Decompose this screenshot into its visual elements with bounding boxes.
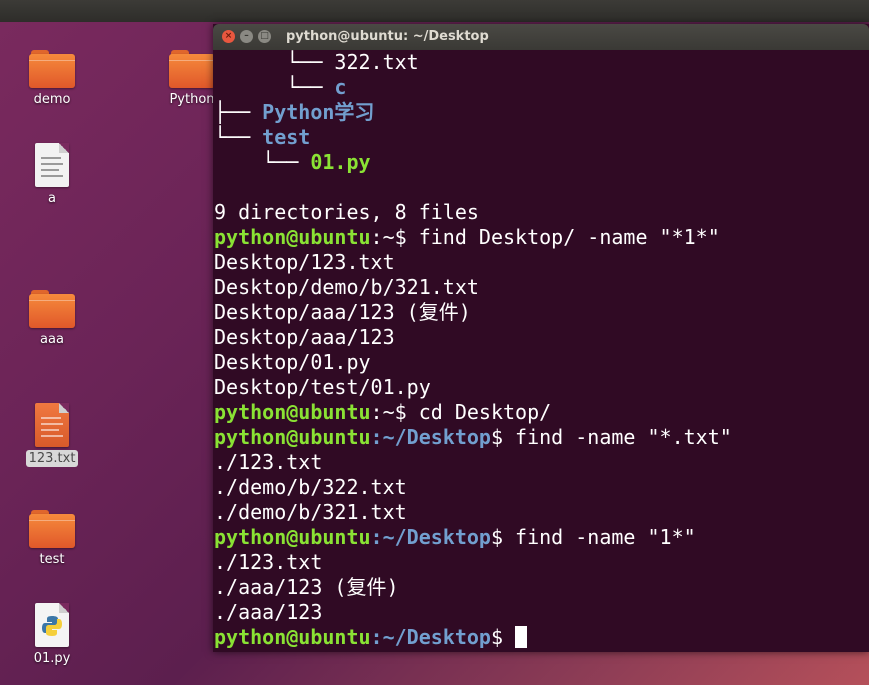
- close-icon[interactable]: ×: [222, 30, 235, 43]
- output-line: ./aaa/123: [214, 600, 323, 624]
- tree-line: └── test: [214, 125, 311, 149]
- terminal-output[interactable]: └── 322.txt └── c ├── Python学习 └── test …: [213, 50, 869, 652]
- tree-line: └── c: [214, 75, 347, 99]
- terminal-window[interactable]: × – □ python@ubuntu: ~/Desktop └── 322.t…: [213, 24, 869, 652]
- output-line: Desktop/demo/b/321.txt: [214, 275, 479, 299]
- desktop-icon-label: 01.py: [33, 651, 71, 666]
- python-file-icon: [35, 603, 69, 647]
- active-prompt[interactable]: python@ubuntu:~/Desktop$: [214, 625, 869, 650]
- output-line: ./aaa/123 (复件): [214, 575, 399, 599]
- maximize-icon[interactable]: □: [258, 30, 271, 43]
- folder-icon: [169, 48, 215, 88]
- command-line: python@ubuntu:~/Desktop$ find -name "*.t…: [214, 425, 732, 449]
- text-cursor: [515, 626, 528, 648]
- output-line: ./demo/b/321.txt: [214, 500, 407, 524]
- desktop-icon-01-py[interactable]: 01.py: [17, 603, 87, 667]
- desktop-icon-demo[interactable]: demo: [17, 48, 87, 108]
- output-line: ./123.txt: [214, 450, 323, 474]
- desktop-icon-a[interactable]: a: [17, 143, 87, 207]
- output-line: Desktop/aaa/123 (复件): [214, 300, 471, 324]
- output-line: Desktop/aaa/123: [214, 325, 395, 349]
- output-line: Desktop/test/01.py: [214, 375, 431, 399]
- command-line: python@ubuntu:~$ cd Desktop/: [214, 400, 552, 424]
- window-title: python@ubuntu: ~/Desktop: [286, 29, 489, 44]
- desktop-icon-aaa[interactable]: aaa: [17, 288, 87, 348]
- desktop-icon-label: Python: [169, 92, 215, 107]
- command-line: python@ubuntu:~/Desktop$ find -name "1*": [214, 525, 696, 549]
- desktop-icon-test[interactable]: test: [17, 508, 87, 568]
- folder-icon: [29, 508, 75, 548]
- tree-line: └── 322.txt: [214, 50, 419, 74]
- output-line: Desktop/01.py: [214, 350, 371, 374]
- desktop-icon-label: demo: [33, 92, 71, 107]
- output-line: Desktop/123.txt: [214, 250, 395, 274]
- desktop-icon-label: aaa: [40, 332, 64, 347]
- tree-line: └── 01.py: [214, 150, 371, 174]
- output-line: ./demo/b/322.txt: [214, 475, 407, 499]
- text-file-icon: [35, 143, 69, 187]
- desktop-icon-label: a: [48, 191, 56, 206]
- tree-summary: 9 directories, 8 files: [214, 200, 479, 224]
- top-panel: [0, 0, 869, 22]
- desktop-icon-123-txt[interactable]: 123.txt: [17, 403, 87, 467]
- desktop-icon-label: test: [39, 552, 65, 567]
- command-line: python@ubuntu:~$ find Desktop/ -name "*1…: [214, 225, 720, 249]
- output-line: ./123.txt: [214, 550, 323, 574]
- text-file-icon: [35, 403, 69, 447]
- tree-line: ├── Python学习: [214, 100, 375, 124]
- folder-icon: [29, 48, 75, 88]
- terminal-titlebar[interactable]: × – □ python@ubuntu: ~/Desktop: [213, 24, 869, 50]
- folder-icon: [29, 288, 75, 328]
- desktop-icon-label: 123.txt: [25, 450, 79, 467]
- minimize-icon[interactable]: –: [240, 30, 253, 43]
